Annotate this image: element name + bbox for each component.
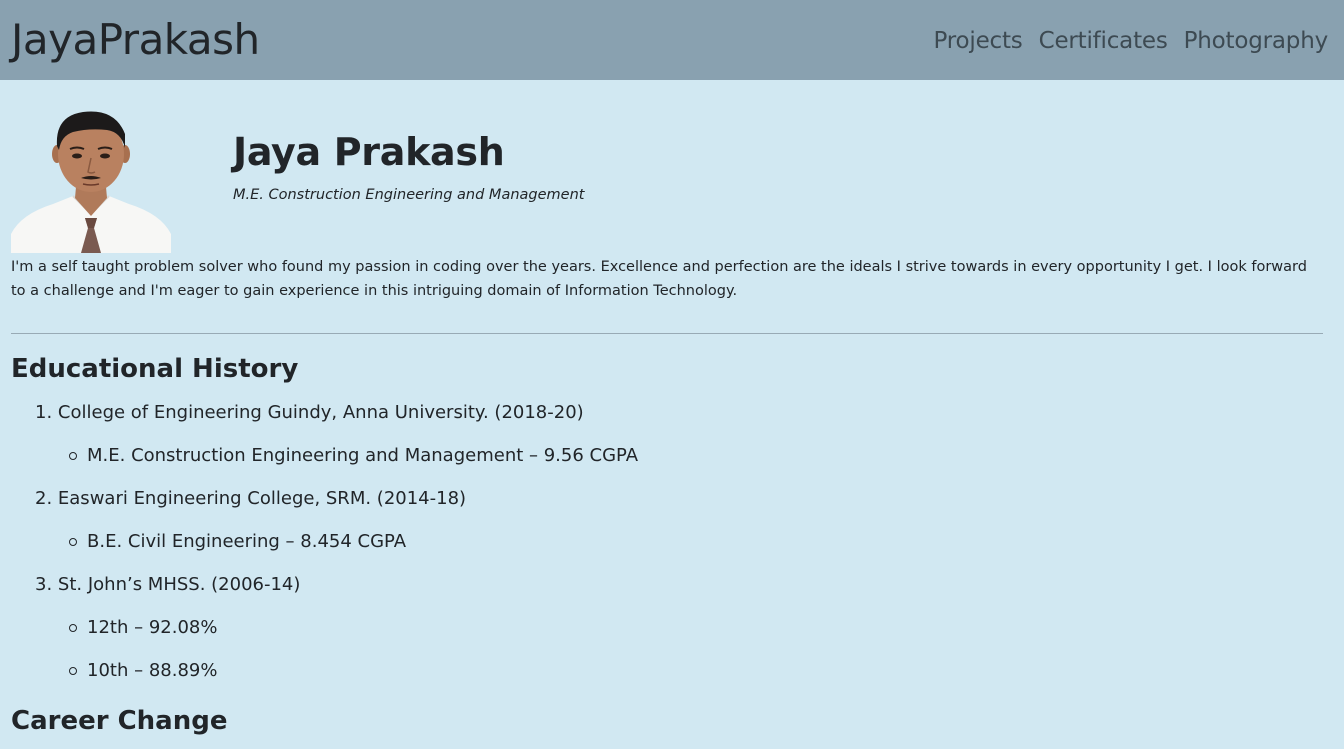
circle-bullet-icon xyxy=(69,538,77,546)
profile-degree: M.E. Construction Engineering and Manage… xyxy=(233,187,585,203)
education-detail: B.E. Civil Engineering – 8.454 CGPA xyxy=(69,526,638,569)
brand-link[interactable]: JayaPrakash xyxy=(11,14,260,66)
education-item-label: 1. College of Engineering Guindy, Anna U… xyxy=(35,402,584,423)
nav-link-certificates[interactable]: Certificates xyxy=(1039,26,1168,56)
education-detail: 10th – 88.89% xyxy=(69,655,638,698)
career-heading: Career Change xyxy=(11,706,228,736)
circle-bullet-icon xyxy=(69,667,77,675)
profile-name: Jaya Prakash xyxy=(233,130,505,174)
education-item-label: 2. Easwari Engineering College, SRM. (20… xyxy=(35,488,467,509)
education-item: 2. Easwari Engineering College, SRM. (20… xyxy=(35,483,638,569)
nav-link-projects[interactable]: Projects xyxy=(934,26,1023,56)
education-item-label: 3. St. John’s MHSS. (2006-14) xyxy=(35,574,301,595)
circle-bullet-icon xyxy=(69,624,77,632)
education-heading: Educational History xyxy=(11,354,299,384)
profile-bio: I'm a self taught problem solver who fou… xyxy=(11,259,1307,299)
circle-bullet-icon xyxy=(69,452,77,460)
nav-link-photography[interactable]: Photography xyxy=(1184,26,1329,56)
education-item: 1. College of Engineering Guindy, Anna U… xyxy=(35,397,638,483)
education-detail: M.E. Construction Engineering and Manage… xyxy=(69,440,638,483)
education-details: B.E. Civil Engineering – 8.454 CGPA xyxy=(35,526,638,569)
education-list: 1. College of Engineering Guindy, Anna U… xyxy=(35,397,638,698)
education-detail: 12th – 92.08% xyxy=(69,612,638,655)
section-divider xyxy=(11,333,1323,334)
education-details: 12th – 92.08% 10th – 88.89% xyxy=(35,612,638,698)
top-navbar: JayaPrakash Projects Certificates Photog… xyxy=(0,0,1344,80)
education-details: M.E. Construction Engineering and Manage… xyxy=(35,440,638,483)
education-item: 3. St. John’s MHSS. (2006-14) 12th – 92.… xyxy=(35,569,638,698)
nav-links: Projects Certificates Photography xyxy=(934,26,1329,56)
profile-photo xyxy=(11,106,171,253)
